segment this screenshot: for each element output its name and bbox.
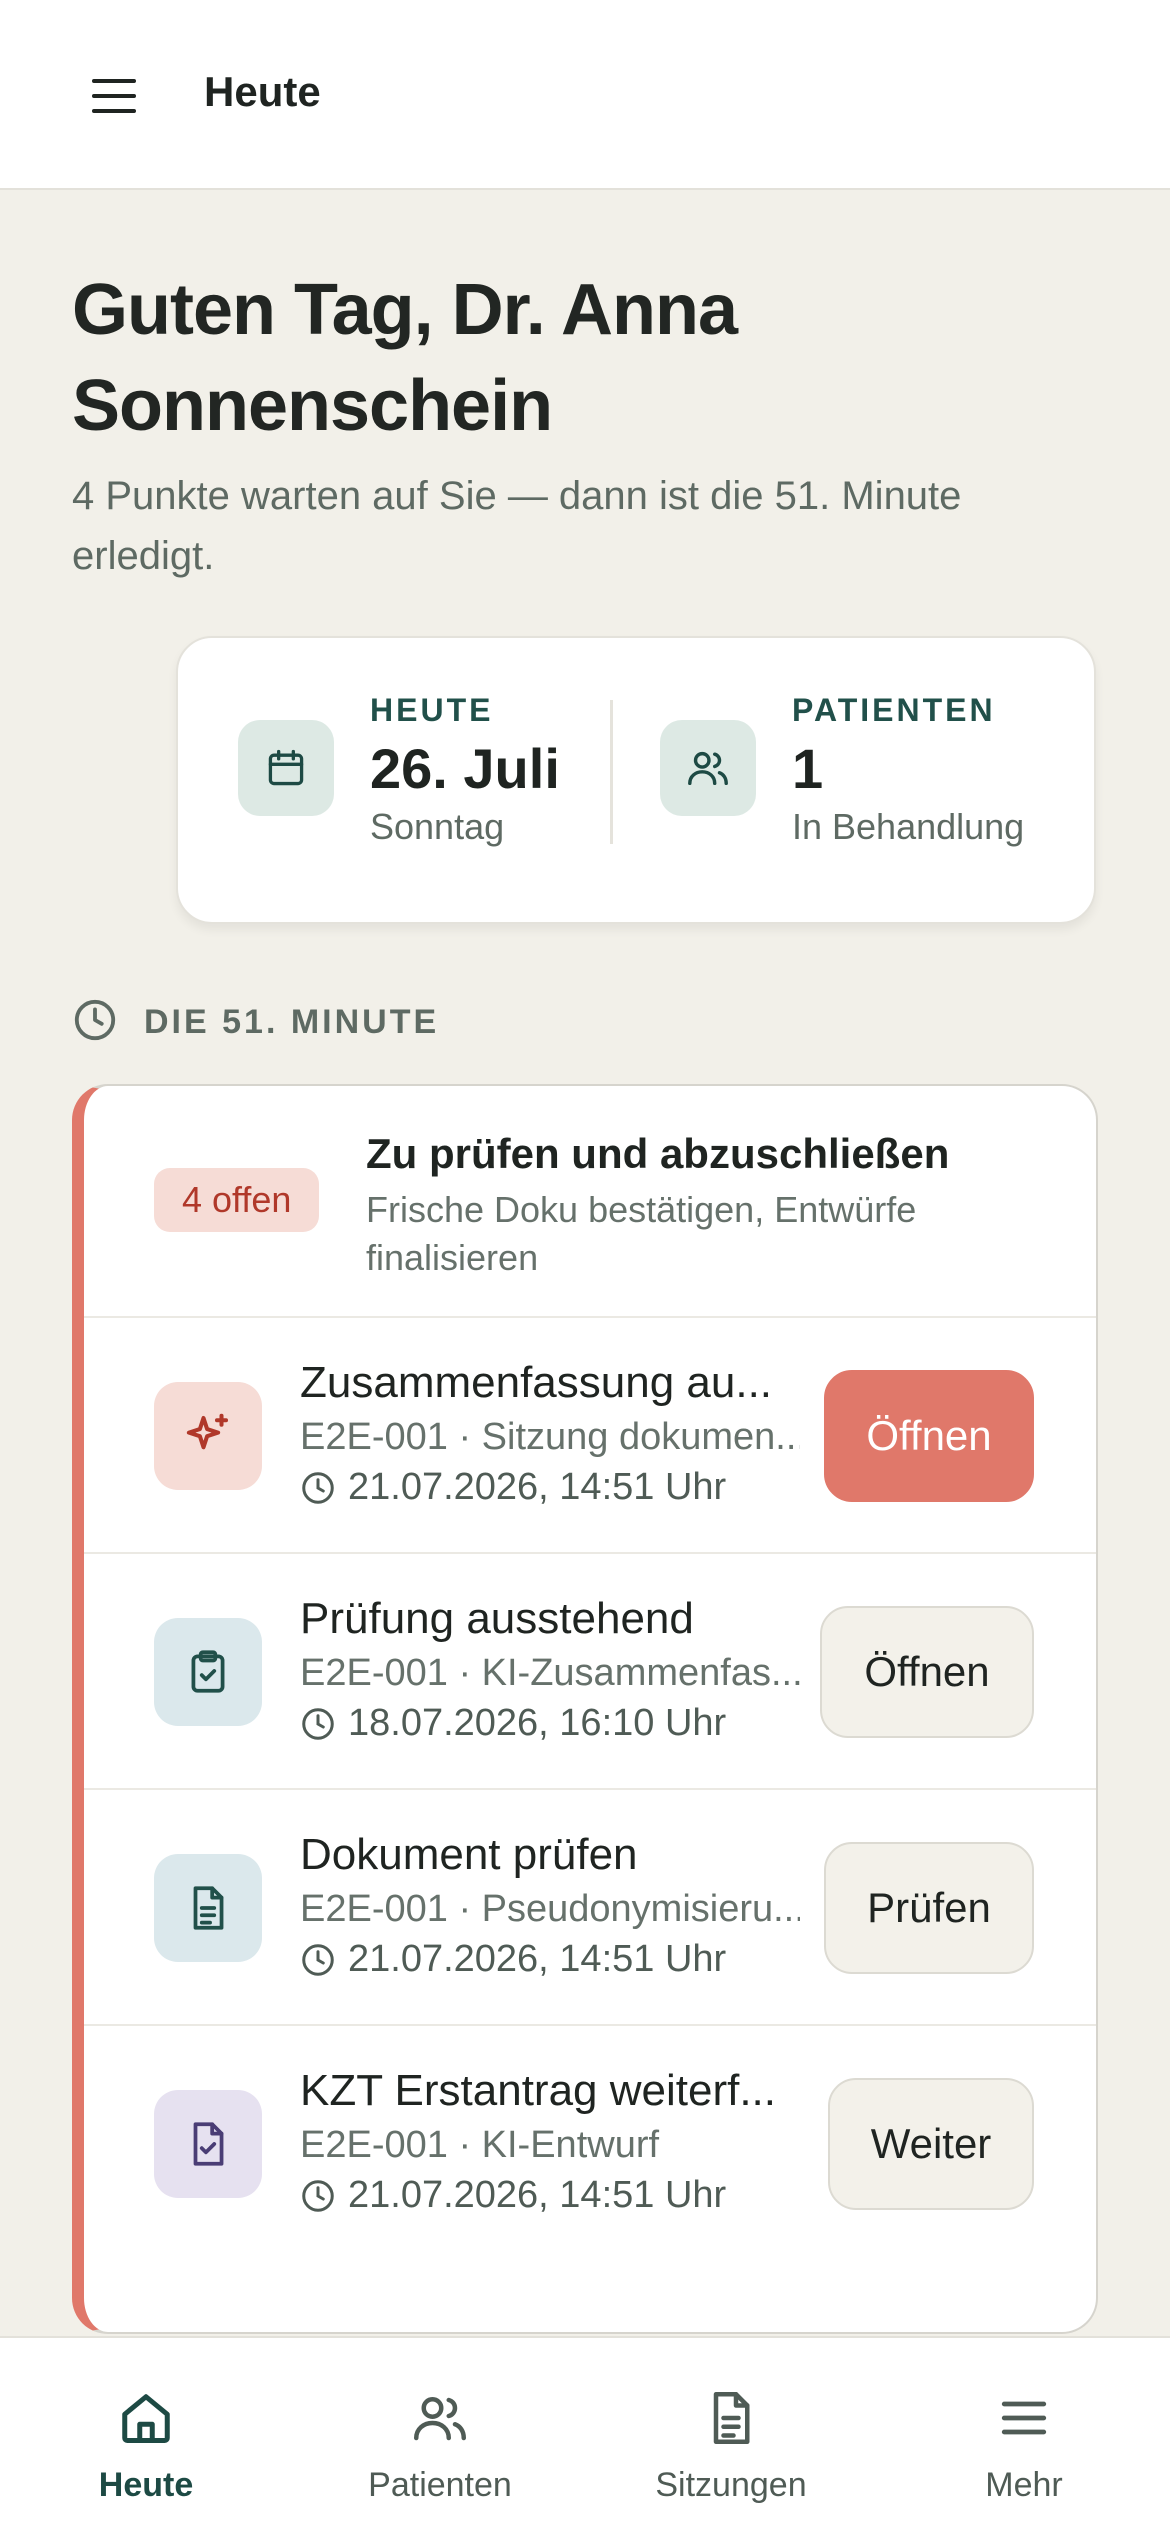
clipboard-check-icon bbox=[154, 1618, 262, 1726]
open-count-badge: 4 offen bbox=[154, 1168, 320, 1232]
task-row-meta: E2E-001 · KI-Entwurf bbox=[300, 2124, 660, 2166]
task-card-title: Zu prüfen und abzuschließen bbox=[366, 1130, 950, 1177]
task-row[interactable]: Prüfung ausstehend E2E-001 · KI-Zusammen… bbox=[84, 1554, 1096, 1790]
clock-icon bbox=[302, 1707, 334, 1740]
document-icon bbox=[701, 2386, 761, 2450]
nav-label: Mehr bbox=[985, 2466, 1063, 2504]
sparkle-icon bbox=[154, 1382, 262, 1490]
nav-item-mehr[interactable]: Mehr bbox=[946, 2338, 1102, 2532]
file-check-icon bbox=[154, 2090, 262, 2198]
menu-icon bbox=[996, 2386, 1052, 2450]
task-row-meta: E2E-001 · KI-Zusammenfas... bbox=[300, 1652, 800, 1694]
task-row-time-text: 21.07.2026, 14:51 Uhr bbox=[348, 2174, 727, 2216]
stat-patients-label: PATIENTEN bbox=[792, 692, 996, 728]
clock-icon bbox=[302, 1471, 334, 1504]
review-button[interactable]: Prüfen bbox=[824, 1842, 1034, 1974]
calendar-icon bbox=[238, 720, 334, 816]
stat-today-value: 26. Juli bbox=[370, 737, 560, 800]
task-row-time-text: 21.07.2026, 14:51 Uhr bbox=[348, 1938, 727, 1980]
open-button[interactable]: Öffnen bbox=[820, 1606, 1034, 1738]
nav-label: Heute bbox=[98, 2466, 194, 2504]
document-icon bbox=[154, 1854, 262, 1962]
continue-button[interactable]: Weiter bbox=[828, 2078, 1034, 2210]
stats-card: HEUTE 26. Juli Sonntag PATIENTEN 1 In Be… bbox=[176, 636, 1096, 924]
task-row[interactable]: KZT Erstantrag weiterf... E2E-001 · KI-E… bbox=[84, 2026, 1096, 2262]
task-row-time: 21.07.2026, 14:51 Uhr bbox=[300, 2174, 726, 2217]
stat-today-label: HEUTE bbox=[370, 692, 494, 728]
stat-today-sub: Sonntag bbox=[370, 806, 505, 847]
task-row-title: KZT Erstantrag weiterf... bbox=[300, 2066, 777, 2115]
open-button[interactable]: Öffnen bbox=[824, 1370, 1034, 1502]
greeting-heading: Guten Tag, Dr. Anna Sonnenschein bbox=[72, 270, 738, 446]
task-row-title: Prüfung ausstehend bbox=[300, 1594, 694, 1643]
task-row-title: Dokument prüfen bbox=[300, 1830, 638, 1879]
task-row-title: Zusammenfassung au... bbox=[300, 1358, 773, 1407]
users-icon bbox=[660, 720, 756, 816]
task-row[interactable]: Zusammenfassung au... E2E-001 · Sitzung … bbox=[84, 1318, 1096, 1554]
task-row[interactable]: Dokument prüfen E2E-001 · Pseudonymisier… bbox=[84, 1790, 1096, 2026]
task-card: 4 offen Zu prüfen und abzuschließen Fris… bbox=[72, 1084, 1098, 2334]
stats-divider bbox=[610, 700, 613, 844]
greeting-subline: 4 Punkte warten auf Sie — dann ist die 5… bbox=[72, 474, 962, 578]
stat-patients-value: 1 bbox=[792, 737, 824, 800]
nav-item-sitzungen[interactable]: Sitzungen bbox=[626, 2338, 836, 2532]
section-label: DIE 51. MINUTE bbox=[144, 1002, 440, 1041]
task-row-meta: E2E-001 · Pseudonymisieru... bbox=[300, 1888, 800, 1930]
task-row-time: 18.07.2026, 16:10 Uhr bbox=[300, 1702, 726, 1745]
task-card-subtitle: Frische Doku bestätigen, Entwürfe finali… bbox=[366, 1189, 917, 1278]
task-row-time-text: 21.07.2026, 14:51 Uhr bbox=[348, 1466, 727, 1508]
task-row-meta: E2E-001 · Sitzung dokumen... bbox=[300, 1416, 800, 1458]
users-icon bbox=[410, 2386, 470, 2450]
stat-patients-sub: In Behandlung bbox=[792, 806, 1025, 847]
section-header: DIE 51. MINUTE bbox=[72, 998, 439, 1046]
task-row-time: 21.07.2026, 14:51 Uhr bbox=[300, 1938, 726, 1981]
nav-label: Patienten bbox=[368, 2466, 512, 2504]
bottom-navigation: Heute Patienten Sitzungen Mehr bbox=[0, 2336, 1170, 2532]
nav-item-patienten[interactable]: Patienten bbox=[340, 2338, 540, 2532]
page-title: Heute bbox=[204, 68, 321, 115]
nav-label: Sitzungen bbox=[655, 2466, 807, 2504]
task-row-time-text: 18.07.2026, 16:10 Uhr bbox=[348, 1702, 727, 1744]
clock-icon bbox=[302, 2179, 334, 2212]
clock-icon bbox=[302, 1943, 334, 1976]
task-row-time: 21.07.2026, 14:51 Uhr bbox=[300, 1466, 726, 1509]
hamburger-menu-icon[interactable] bbox=[78, 60, 150, 132]
nav-item-heute[interactable]: Heute bbox=[50, 2338, 242, 2532]
top-app-bar: Heute bbox=[0, 0, 1170, 190]
task-card-header: 4 offen Zu prüfen und abzuschließen Fris… bbox=[84, 1086, 1096, 1318]
home-icon bbox=[116, 2386, 176, 2450]
clock-icon bbox=[72, 997, 118, 1048]
